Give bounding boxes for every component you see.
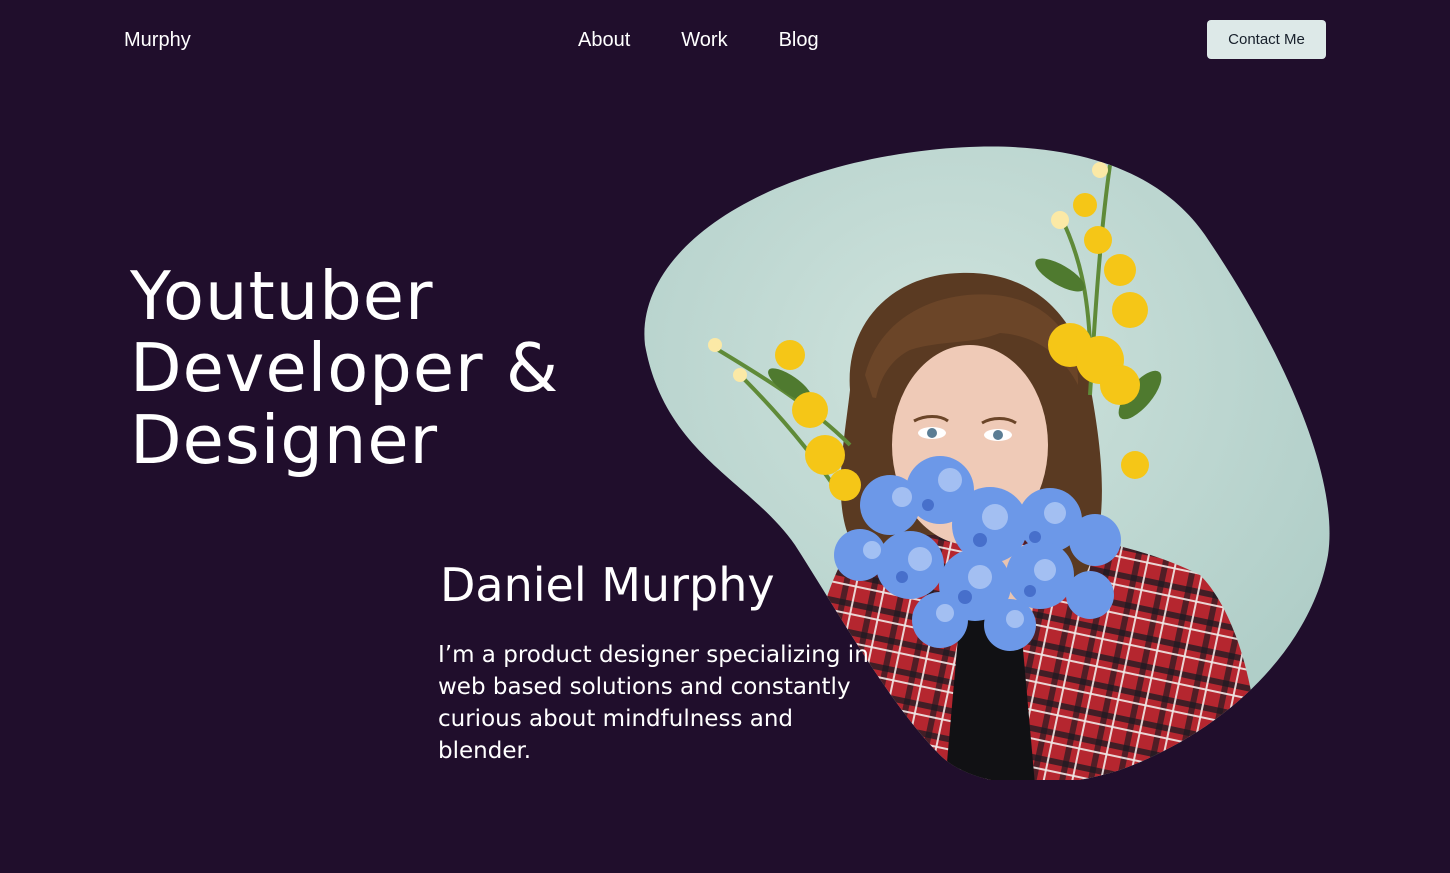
hero-title-line-designer: Designer xyxy=(130,401,439,479)
main-nav: About Work Blog xyxy=(578,27,819,53)
site-logo[interactable]: Murphy xyxy=(124,27,191,53)
hero-title-line-developer: Developer & xyxy=(130,329,560,407)
profile-bio: I’m a product designer specializing in w… xyxy=(438,642,869,764)
hero-title: Youtuber Developer & Designer xyxy=(130,260,559,476)
hero-title-line-youtuber: Youtuber xyxy=(130,257,434,335)
nav-link-about[interactable]: About xyxy=(578,27,630,53)
contact-me-button[interactable]: Contact Me xyxy=(1207,20,1326,59)
profile-name: Daniel Murphy xyxy=(440,558,775,612)
nav-link-work[interactable]: Work xyxy=(681,27,727,53)
nav-link-blog[interactable]: Blog xyxy=(779,27,819,53)
